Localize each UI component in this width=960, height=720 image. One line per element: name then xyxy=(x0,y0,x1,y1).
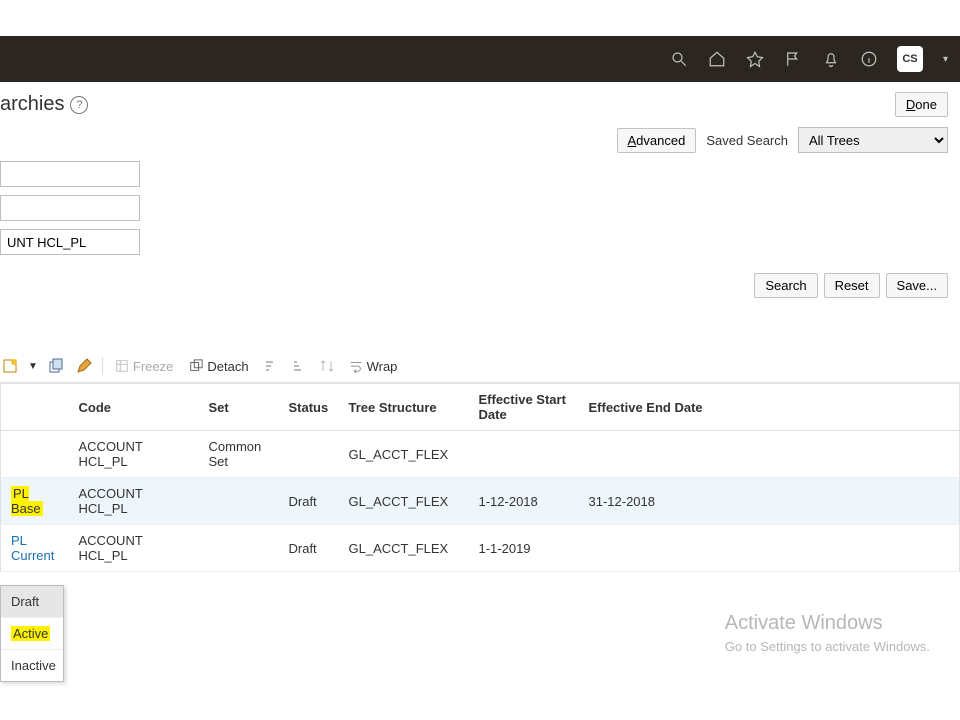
table-toolbar: ▼ Freeze Detach Wrap xyxy=(0,350,960,383)
status-menu-draft[interactable]: Draft xyxy=(1,586,63,618)
cell-end xyxy=(579,431,960,478)
cell-start: 1-1-2019 xyxy=(469,525,579,572)
col-name[interactable] xyxy=(1,384,69,431)
wrap-label: Wrap xyxy=(367,359,398,374)
status-context-menu: Draft Active Inactive xyxy=(0,585,64,682)
done-label-rest: one xyxy=(915,97,937,112)
freeze-label: Freeze xyxy=(133,359,173,374)
cell-name[interactable]: PL Current xyxy=(1,525,69,572)
sort-asc-icon[interactable] xyxy=(261,356,281,376)
advanced-button[interactable]: Advanced xyxy=(617,128,697,153)
freeze-button[interactable]: Freeze xyxy=(111,357,177,376)
global-topbar: CS ▾ xyxy=(0,36,960,82)
col-set[interactable]: Set xyxy=(199,384,279,431)
detach-label: Detach xyxy=(207,359,248,374)
create-icon[interactable] xyxy=(0,356,20,376)
sort-desc-icon[interactable] xyxy=(289,356,309,376)
results-table: Code Set Status Tree Structure Effective… xyxy=(0,383,960,572)
table-row[interactable]: PL Current ACCOUNT HCL_PL Draft GL_ACCT_… xyxy=(1,525,960,572)
cell-name xyxy=(1,431,69,478)
cell-code: ACCOUNT HCL_PL xyxy=(69,478,199,525)
table-header-row: Code Set Status Tree Structure Effective… xyxy=(1,384,960,431)
save-button[interactable]: Save... xyxy=(886,273,948,298)
create-dropdown-icon[interactable]: ▼ xyxy=(28,361,38,372)
detach-button[interactable]: Detach xyxy=(185,357,252,376)
cell-code: ACCOUNT HCL_PL xyxy=(69,431,199,478)
avatar[interactable]: CS xyxy=(897,46,923,72)
col-tree[interactable]: Tree Structure xyxy=(339,384,469,431)
page-title: archies ? xyxy=(0,93,88,116)
cell-end: 31-12-2018 xyxy=(579,478,960,525)
col-code[interactable]: Code xyxy=(69,384,199,431)
cell-end xyxy=(579,525,960,572)
wrap-button[interactable]: Wrap xyxy=(345,357,402,376)
cell-status: Draft xyxy=(279,525,339,572)
star-icon[interactable] xyxy=(745,49,765,69)
chevron-down-icon[interactable]: ▾ xyxy=(943,54,948,65)
search-button[interactable]: Search xyxy=(754,273,817,298)
search-icon[interactable] xyxy=(669,49,689,69)
status-menu-active[interactable]: Active xyxy=(1,618,63,650)
page-title-text: archies xyxy=(0,93,64,116)
done-button[interactable]: Done xyxy=(895,92,948,117)
col-status[interactable]: Status xyxy=(279,384,339,431)
table-row[interactable]: ACCOUNT HCL_PL Common Set GL_ACCT_FLEX xyxy=(1,431,960,478)
cell-status xyxy=(279,431,339,478)
cell-tree: GL_ACCT_FLEX xyxy=(339,431,469,478)
col-start[interactable]: Effective Start Date xyxy=(469,384,579,431)
cell-start: 1-12-2018 xyxy=(469,478,579,525)
flag-icon[interactable] xyxy=(783,49,803,69)
cell-start xyxy=(469,431,579,478)
search-field-2[interactable] xyxy=(0,195,140,221)
windows-watermark: Activate Windows Go to Settings to activ… xyxy=(725,612,930,654)
reset-button[interactable]: Reset xyxy=(824,273,880,298)
saved-search-select[interactable]: All Trees xyxy=(798,127,948,153)
home-icon[interactable] xyxy=(707,49,727,69)
cell-code: ACCOUNT HCL_PL xyxy=(69,525,199,572)
cell-set: Common Set xyxy=(199,431,279,478)
duplicate-icon[interactable] xyxy=(46,356,66,376)
cell-set xyxy=(199,525,279,572)
info-icon[interactable] xyxy=(859,49,879,69)
bell-icon[interactable] xyxy=(821,49,841,69)
status-menu-inactive[interactable]: Inactive xyxy=(1,650,63,681)
watermark-sub: Go to Settings to activate Windows. xyxy=(725,639,930,654)
cell-set xyxy=(199,478,279,525)
search-field-3[interactable] xyxy=(0,229,140,255)
reorder-icon[interactable] xyxy=(317,356,337,376)
saved-search-label: Saved Search xyxy=(706,133,788,148)
cell-status: Draft xyxy=(279,478,339,525)
cell-name[interactable]: PL Base xyxy=(1,478,69,525)
cell-tree: GL_ACCT_FLEX xyxy=(339,525,469,572)
cell-tree: GL_ACCT_FLEX xyxy=(339,478,469,525)
edit-icon[interactable] xyxy=(74,356,94,376)
table-row[interactable]: PL Base ACCOUNT HCL_PL Draft GL_ACCT_FLE… xyxy=(1,478,960,525)
search-field-1[interactable] xyxy=(0,161,140,187)
col-end[interactable]: Effective End Date xyxy=(579,384,960,431)
watermark-title: Activate Windows xyxy=(725,612,930,635)
help-icon[interactable]: ? xyxy=(70,96,88,114)
